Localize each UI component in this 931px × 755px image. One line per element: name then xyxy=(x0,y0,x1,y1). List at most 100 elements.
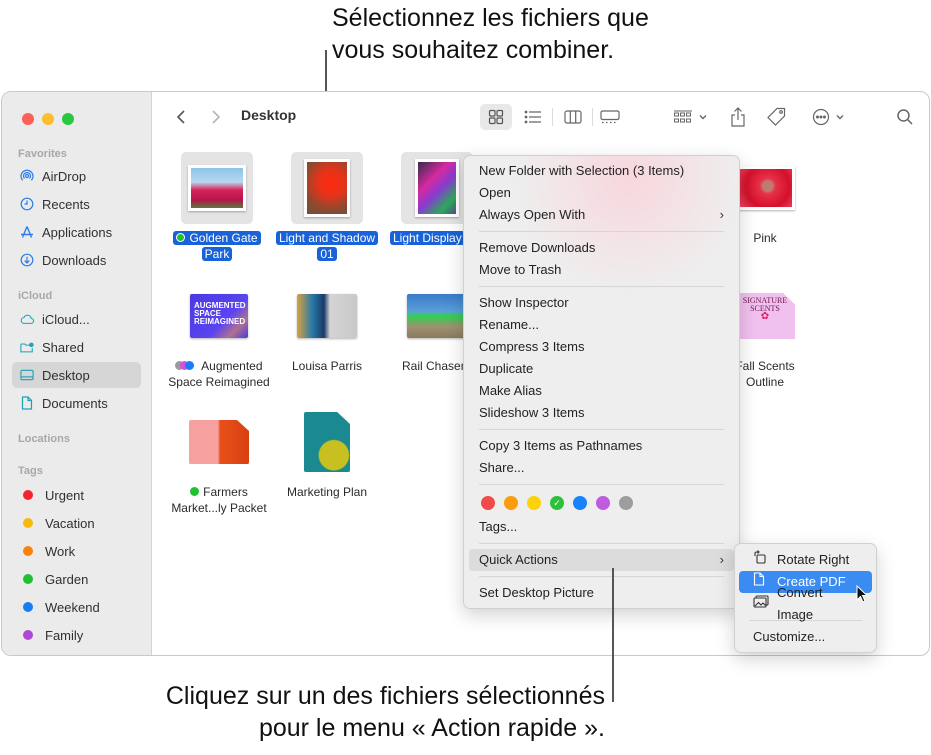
menu-separator xyxy=(479,576,724,577)
menu-item-duplicate[interactable]: Duplicate xyxy=(469,358,734,380)
menu-item-rename[interactable]: Rename... xyxy=(469,314,734,336)
menu-separator xyxy=(479,543,724,544)
tag-red-button[interactable] xyxy=(481,496,495,510)
minimize-button[interactable] xyxy=(42,113,54,125)
sidebar-item-label: Vacation xyxy=(45,515,95,531)
menu-item-show-inspector[interactable]: Show Inspector xyxy=(469,292,734,314)
file-item-marketing-plan[interactable]: Marketing Plan xyxy=(272,406,382,500)
callout-bottom-line1: Cliquez sur un des fichiers sélectionnés xyxy=(165,682,605,710)
menu-item-make-alias[interactable]: Make Alias xyxy=(469,380,734,402)
tag-icon xyxy=(767,107,786,126)
tag-gray-button[interactable] xyxy=(619,496,633,510)
group-icon xyxy=(673,110,692,123)
file-thumbnail-wrap xyxy=(291,152,363,224)
menu-item-move-to-trash[interactable]: Move to Trash xyxy=(469,259,734,281)
image-thumbnail xyxy=(735,166,795,210)
document-thumbnail: AUGMENTED SPACE REIMAGINED xyxy=(190,294,248,338)
tag-button[interactable] xyxy=(765,104,789,130)
chevron-right-icon: › xyxy=(719,552,724,567)
sidebar-item-shared[interactable]: Shared xyxy=(12,334,141,360)
icon-view-button[interactable] xyxy=(480,104,512,130)
file-item-light-and-shadow[interactable]: Light and Shadow 01 xyxy=(272,152,382,262)
back-button[interactable] xyxy=(171,104,191,130)
file-item-augmented-space[interactable]: AUGMENTED SPACE REIMAGINED Augmented Space… xyxy=(164,280,274,390)
sidebar-item-airdrop[interactable]: AirDrop xyxy=(12,163,141,189)
close-button[interactable] xyxy=(22,113,34,125)
tag-purple-button[interactable] xyxy=(596,496,610,510)
sidebar-tag-vacation[interactable]: Vacation xyxy=(12,510,141,536)
forward-button[interactable] xyxy=(206,104,226,130)
file-name: Marketing Plan xyxy=(286,485,368,499)
zoom-button[interactable] xyxy=(62,113,74,125)
column-view-button[interactable] xyxy=(558,104,588,130)
tag-color-dot xyxy=(23,518,33,528)
menu-item-tags[interactable]: Tags... xyxy=(469,516,734,538)
group-by-button[interactable] xyxy=(670,104,710,130)
menu-item-convert-image[interactable]: Convert Image xyxy=(739,585,872,622)
tag-color-dot xyxy=(23,602,33,612)
menu-item-compress[interactable]: Compress 3 Items xyxy=(469,336,734,358)
menu-item-quick-actions[interactable]: Quick Actions › xyxy=(469,549,734,571)
sidebar-tag-garden[interactable]: Garden xyxy=(12,566,141,592)
menu-separator xyxy=(479,484,724,485)
file-item-louisa-parris[interactable]: Louisa Parris xyxy=(272,280,382,374)
menu-item-rotate-right[interactable]: Rotate Right xyxy=(739,549,872,571)
menu-item-label: Quick Actions xyxy=(479,552,558,567)
gallery-view-button[interactable] xyxy=(595,104,625,130)
file-item-golden-gate-park[interactable]: Golden Gate Park xyxy=(162,152,272,262)
sidebar-tag-work[interactable]: Work xyxy=(12,538,141,564)
file-name: Farmers Market...ly Packet xyxy=(171,485,267,515)
sidebar-item-documents[interactable]: Documents xyxy=(12,390,141,416)
sidebar-item-applications[interactable]: Applications xyxy=(12,219,141,245)
callout-select-files: Sélectionnez les fichiers que vous souha… xyxy=(332,2,752,66)
sidebar-tag-urgent[interactable]: Urgent xyxy=(12,482,141,508)
download-icon xyxy=(20,253,34,267)
context-menu: New Folder with Selection (3 Items) Open… xyxy=(463,155,740,609)
sidebar-item-label: AirDrop xyxy=(42,168,87,184)
tag-dot xyxy=(176,233,186,242)
sidebar-item-label: Downloads xyxy=(42,252,107,268)
sidebar-item-recents[interactable]: Recents xyxy=(12,191,141,217)
menu-item-new-folder-with-selection[interactable]: New Folder with Selection (3 Items) xyxy=(469,160,734,182)
sidebar-tag-weekend[interactable]: Weekend xyxy=(12,594,141,620)
share-button[interactable] xyxy=(727,104,749,130)
callout-quick-actions: Cliquez sur un des fichiers sélectionnés… xyxy=(60,680,605,744)
menu-item-copy-pathnames[interactable]: Copy 3 Items as Pathnames xyxy=(469,435,734,457)
menu-item-customize[interactable]: Customize... xyxy=(739,626,872,648)
sidebar-item-downloads[interactable]: Downloads xyxy=(12,247,141,273)
sidebar-item-label: Applications xyxy=(42,224,113,240)
airdrop-icon xyxy=(20,169,34,183)
file-item-farmers-market[interactable]: Farmers Market...ly Packet xyxy=(164,406,274,516)
tag-blue-button[interactable] xyxy=(573,496,587,510)
sidebar-tag-family[interactable]: Family xyxy=(12,622,141,648)
gallery-icon xyxy=(600,110,620,124)
chevron-left-icon xyxy=(176,110,185,124)
menu-item-slideshow[interactable]: Slideshow 3 Items xyxy=(469,402,734,424)
search-button[interactable] xyxy=(893,104,917,130)
menu-item-share[interactable]: Share... xyxy=(469,457,734,479)
toolbar-separator xyxy=(552,108,553,126)
tag-dot xyxy=(185,361,195,370)
menu-item-open[interactable]: Open xyxy=(469,182,734,204)
sidebar-item-label: Family xyxy=(45,627,84,643)
file-name: Louisa Parris xyxy=(291,359,363,373)
sidebar-item-icloud-drive[interactable]: iCloud... xyxy=(12,306,141,332)
action-menu-button[interactable] xyxy=(808,104,848,130)
document-thumbnail xyxy=(189,420,249,464)
list-view-button[interactable] xyxy=(518,104,548,130)
tag-yellow-button[interactable] xyxy=(527,496,541,510)
menu-item-remove-downloads[interactable]: Remove Downloads xyxy=(469,237,734,259)
tag-green-button[interactable]: ✓ xyxy=(550,496,564,510)
cloud-icon xyxy=(20,312,34,326)
columns-icon xyxy=(564,110,582,124)
menu-item-always-open-with[interactable]: Always Open With › xyxy=(469,204,734,226)
menu-item-set-desktop-picture[interactable]: Set Desktop Picture xyxy=(469,582,734,604)
sidebar-item-desktop[interactable]: Desktop xyxy=(12,362,141,388)
list-icon xyxy=(524,110,541,124)
tag-color-dot xyxy=(23,630,33,640)
callout-leader-line xyxy=(612,568,614,702)
menu-separator xyxy=(479,429,724,430)
sidebar-item-label: iCloud... xyxy=(42,311,90,327)
tag-orange-button[interactable] xyxy=(504,496,518,510)
callout-top-line1: Sélectionnez les fichiers que xyxy=(332,4,649,32)
